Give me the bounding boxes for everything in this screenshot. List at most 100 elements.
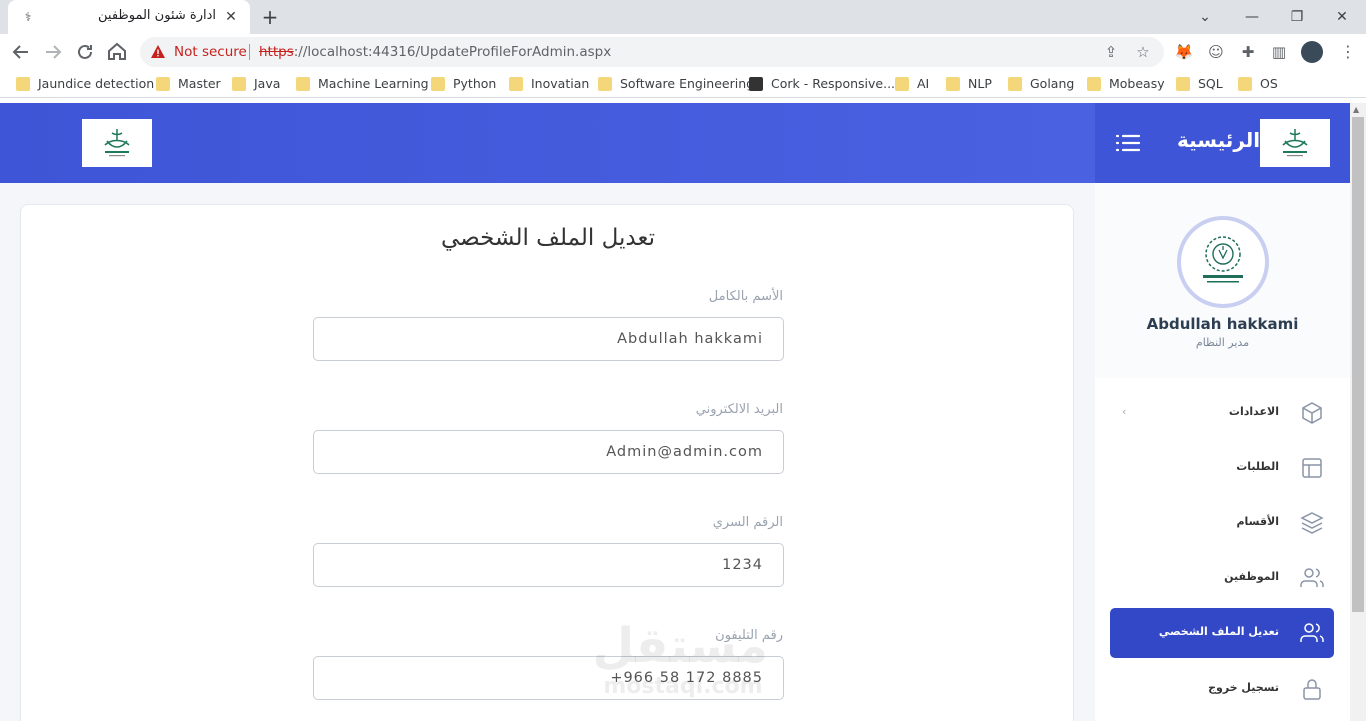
folder-icon: [431, 77, 445, 91]
hospital-logo-icon: [1203, 236, 1243, 283]
layout-icon: [1302, 458, 1322, 478]
user-name: Abdullah hakkami: [1146, 315, 1299, 333]
sidebar-item-departments[interactable]: الأقسام: [1110, 498, 1334, 548]
fullname-input[interactable]: [313, 317, 784, 361]
bookmark-label: Inovatian: [531, 76, 590, 91]
browser-tabstrip: ⚕ ادارة شئون الموظفين ✕ + ⌄ — ❐ ✕: [0, 0, 1366, 34]
bookmark-item[interactable]: NLP: [946, 75, 992, 93]
bookmark-item[interactable]: Java: [232, 75, 280, 93]
bookmark-label: SQL: [1198, 76, 1223, 91]
folder-icon: [1176, 77, 1190, 91]
browser-tab[interactable]: ⚕ ادارة شئون الموظفين ✕: [8, 0, 250, 34]
sidebar-item-settings[interactable]: الاعدادات ‹: [1110, 388, 1334, 438]
users-icon: [1300, 568, 1324, 587]
lock-icon: [1303, 679, 1321, 700]
forward-button[interactable]: [40, 39, 66, 65]
bookmark-item[interactable]: AI: [895, 75, 929, 93]
bookmark-label: Java: [254, 76, 281, 91]
close-window-button[interactable]: ✕: [1330, 5, 1354, 29]
share-icon[interactable]: ⇪: [1102, 43, 1120, 61]
folder-icon: [1087, 77, 1101, 91]
profile-area: Abdullah hakkami مدير النظام: [1095, 183, 1350, 378]
scroll-up-icon[interactable]: ▲: [1353, 105, 1359, 114]
sidepanel-icon[interactable]: ▥: [1269, 42, 1289, 62]
sidebar-item-edit-profile[interactable]: تعديل الملف الشخصي: [1110, 608, 1334, 658]
browser-toolbar: Not secure https://localhost:44316/Updat…: [0, 34, 1366, 70]
page-scrollbar[interactable]: ▲: [1350, 103, 1366, 721]
bookmark-label: Python: [453, 76, 497, 91]
top-header: [0, 103, 1095, 183]
box-icon: [1302, 402, 1322, 424]
new-tab-button[interactable]: +: [258, 5, 282, 29]
folder-icon: [16, 77, 30, 91]
sidebar-item-label: الموظفين: [1224, 570, 1279, 583]
sidebar-item-label: تعديل الملف الشخصي: [1158, 625, 1279, 638]
folder-icon: [749, 77, 763, 91]
minimize-button[interactable]: —: [1240, 5, 1264, 29]
bookmark-label: Cork - Responsive...: [771, 76, 896, 91]
more-menu-icon[interactable]: ⋮: [1340, 41, 1356, 63]
extension-robot-icon[interactable]: ☺: [1206, 42, 1226, 62]
bookmark-label: Golang: [1030, 76, 1075, 91]
users-icon: [1300, 623, 1324, 642]
password-input[interactable]: [313, 543, 784, 587]
profile-avatar[interactable]: [1301, 41, 1323, 63]
phone-input[interactable]: [313, 656, 784, 700]
bookmark-item[interactable]: Cork - Responsive...: [749, 75, 895, 93]
hamburger-menu-icon[interactable]: [1115, 131, 1141, 155]
home-link[interactable]: الرئيسية: [1177, 128, 1260, 152]
folder-icon: [156, 77, 170, 91]
fullname-label: الأسم بالكامل: [708, 289, 783, 304]
bookmark-item[interactable]: Mobeasy: [1087, 75, 1165, 93]
chevron-left-icon: ‹: [1122, 405, 1127, 418]
phone-label: رقم التليفون: [715, 628, 783, 643]
metamask-icon[interactable]: 🦊: [1174, 42, 1194, 62]
sidebar-item-requests[interactable]: الطلبات: [1110, 443, 1334, 493]
sidebar-item-logout[interactable]: تسجيل خروج: [1110, 664, 1334, 714]
restore-button[interactable]: ❐: [1285, 5, 1309, 29]
bookmark-label: NLP: [968, 76, 992, 91]
star-icon[interactable]: ☆: [1134, 43, 1152, 61]
back-button[interactable]: [8, 39, 34, 65]
password-label: الرقم السري: [712, 515, 783, 530]
reload-icon: [78, 44, 92, 59]
tab-title: ادارة شئون الموظفين: [98, 8, 216, 23]
url-text[interactable]: https://localhost:44316/UpdateProfileFor…: [259, 44, 611, 60]
bookmark-item[interactable]: SQL: [1176, 75, 1223, 93]
bookmark-label: Software Engineering: [620, 76, 755, 91]
bookmark-item[interactable]: Golang: [1008, 75, 1074, 93]
url-scheme: https: [259, 44, 294, 60]
folder-icon: [1238, 77, 1252, 91]
email-input[interactable]: [313, 430, 784, 474]
not-secure-label[interactable]: Not secure: [174, 44, 247, 60]
bookmark-item[interactable]: Machine Learning: [296, 75, 429, 93]
ministry-logo: [82, 119, 152, 167]
close-icon[interactable]: ✕: [222, 8, 240, 26]
folder-icon: [598, 77, 612, 91]
home-button[interactable]: [104, 39, 130, 65]
arrow-right-icon: [46, 45, 62, 59]
folder-icon: [895, 77, 909, 91]
sidebar-ministry-logo[interactable]: [1260, 119, 1330, 167]
bookmark-item[interactable]: Software Engineering: [598, 75, 754, 93]
chevron-down-icon[interactable]: ⌄: [1193, 5, 1217, 29]
avatar: [1177, 216, 1269, 308]
web-page: تعديل الملف الشخصي الأسم بالكامل البريد …: [0, 103, 1366, 721]
bookmark-item[interactable]: Inovatian: [509, 75, 589, 93]
bookmark-item[interactable]: Master: [156, 75, 221, 93]
sidebar-item-employees[interactable]: الموظفين: [1110, 553, 1334, 603]
reload-button[interactable]: [72, 39, 98, 65]
scroll-thumb[interactable]: [1352, 117, 1364, 612]
layers-icon: [1300, 512, 1324, 534]
home-icon: [108, 42, 126, 60]
bookmark-label: AI: [917, 76, 930, 91]
bookmark-item[interactable]: Python: [431, 75, 496, 93]
puzzle-icon[interactable]: ✚: [1238, 42, 1258, 62]
sidebar-item-label: تسجيل خروج: [1208, 681, 1279, 694]
bookmark-label: OS: [1260, 76, 1278, 91]
folder-icon: [946, 77, 960, 91]
bookmark-item[interactable]: OS: [1238, 75, 1278, 93]
bookmark-item[interactable]: Jaundice detection: [16, 75, 154, 93]
address-bar[interactable]: Not secure https://localhost:44316/Updat…: [140, 37, 1164, 67]
bookmark-label: Mobeasy: [1109, 76, 1165, 91]
